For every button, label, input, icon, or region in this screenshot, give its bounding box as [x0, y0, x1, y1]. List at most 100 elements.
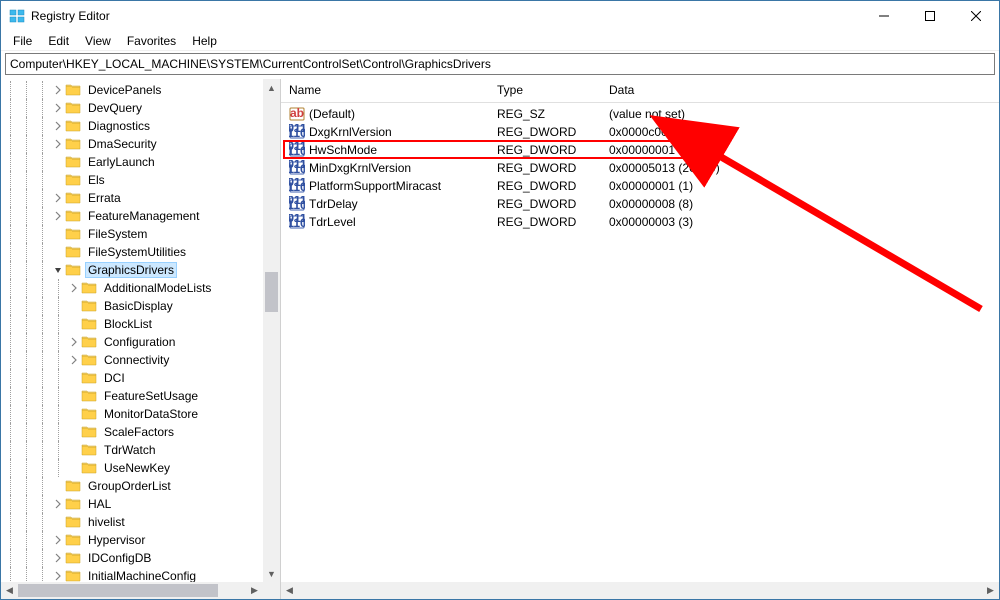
- folder-icon: [65, 155, 81, 169]
- chevron-right-icon[interactable]: [51, 83, 65, 97]
- folder-icon: [81, 443, 97, 457]
- expander-none: [67, 407, 81, 421]
- value-row[interactable]: 011110TdrLevelREG_DWORD0x00000003 (3): [281, 213, 999, 231]
- tree-item-filesystem[interactable]: FileSystem: [3, 225, 263, 243]
- value-row[interactable]: ab(Default)REG_SZ(value not set): [281, 105, 999, 123]
- value-row[interactable]: 011110TdrDelayREG_DWORD0x00000008 (8): [281, 195, 999, 213]
- tree-scrollbar-horizontal[interactable]: ◀ ▶: [1, 582, 263, 599]
- tree-item-initialmachineconfig[interactable]: InitialMachineConfig: [3, 567, 263, 582]
- column-header-data[interactable]: Data: [601, 79, 999, 102]
- column-header-name[interactable]: Name: [281, 79, 489, 102]
- tree-item-dci[interactable]: DCI: [3, 369, 263, 387]
- tree-item-hivelist[interactable]: hivelist: [3, 513, 263, 531]
- chevron-right-icon[interactable]: [51, 101, 65, 115]
- chevron-right-icon[interactable]: [51, 551, 65, 565]
- value-data: 0x0000c004 (49156): [601, 125, 999, 139]
- chevron-right-icon[interactable]: [67, 353, 81, 367]
- list-pane[interactable]: Name Type Data ab(Default)REG_SZ(value n…: [281, 79, 999, 599]
- chevron-right-icon[interactable]: [51, 497, 65, 511]
- tree-item-hal[interactable]: HAL: [3, 495, 263, 513]
- folder-icon: [65, 263, 81, 277]
- tree-pane[interactable]: DevicePanelsDevQuery DiagnosticsDmaSecuri…: [1, 79, 281, 599]
- tree-item-usenewkey[interactable]: UseNewKey: [3, 459, 263, 477]
- tree-item-filesystemutilities[interactable]: FileSystemUtilities: [3, 243, 263, 261]
- tree-item-idconfigdb[interactable]: IDConfigDB: [3, 549, 263, 567]
- value-row[interactable]: 011110MinDxgKrnlVersionREG_DWORD0x000050…: [281, 159, 999, 177]
- tree-label: DevQuery: [85, 100, 145, 116]
- chevron-right-icon[interactable]: [51, 209, 65, 223]
- svg-text:110: 110: [289, 216, 305, 230]
- tree-label: FeatureSetUsage: [101, 388, 201, 404]
- scroll-up-icon[interactable]: ▲: [263, 79, 280, 96]
- folder-icon: [81, 317, 97, 331]
- folder-icon: [81, 299, 97, 313]
- tree-item-tdrwatch[interactable]: TdrWatch: [3, 441, 263, 459]
- address-bar[interactable]: Computer\HKEY_LOCAL_MACHINE\SYSTEM\Curre…: [5, 53, 995, 75]
- tree-item-hypervisor[interactable]: Hypervisor: [3, 531, 263, 549]
- tree-item-devicepanels[interactable]: DevicePanels: [3, 81, 263, 99]
- scroll-thumb[interactable]: [18, 584, 218, 597]
- value-data: 0x00000001 (1): [601, 143, 999, 157]
- tree-item-els[interactable]: Els: [3, 171, 263, 189]
- tree-item-dmasecurity[interactable]: DmaSecurity: [3, 135, 263, 153]
- binary-value-icon: 011110: [289, 142, 305, 158]
- tree-item-earlylaunch[interactable]: EarlyLaunch: [3, 153, 263, 171]
- menu-help[interactable]: Help: [184, 32, 225, 50]
- chevron-right-icon[interactable]: [51, 569, 65, 582]
- scroll-left-icon[interactable]: ◀: [1, 582, 18, 599]
- tree-label: Hypervisor: [85, 532, 148, 548]
- menu-view[interactable]: View: [77, 32, 119, 50]
- tree-item-configuration[interactable]: Configuration: [3, 333, 263, 351]
- tree-item-connectivity[interactable]: Connectivity: [3, 351, 263, 369]
- tree-item-errata[interactable]: Errata: [3, 189, 263, 207]
- regedit-icon: [9, 8, 25, 24]
- titlebar[interactable]: Registry Editor: [1, 1, 999, 31]
- tree-label: GroupOrderList: [85, 478, 174, 494]
- menu-edit[interactable]: Edit: [40, 32, 77, 50]
- value-row[interactable]: 011110HwSchModeREG_DWORD0x00000001 (1): [281, 141, 999, 159]
- tree-label: HAL: [85, 496, 114, 512]
- tree-label: Diagnostics: [85, 118, 153, 134]
- chevron-right-icon[interactable]: [67, 335, 81, 349]
- chevron-down-icon[interactable]: [51, 263, 65, 277]
- chevron-right-icon[interactable]: [51, 137, 65, 151]
- tree-item-devquery[interactable]: DevQuery: [3, 99, 263, 117]
- chevron-right-icon[interactable]: [51, 119, 65, 133]
- folder-icon: [65, 533, 81, 547]
- folder-icon: [81, 461, 97, 475]
- tree-item-featuresetusage[interactable]: FeatureSetUsage: [3, 387, 263, 405]
- menu-file[interactable]: File: [5, 32, 40, 50]
- tree-item-additionalmodelists[interactable]: AdditionalModeLists: [3, 279, 263, 297]
- value-row[interactable]: 011110PlatformSupportMiracastREG_DWORD0x…: [281, 177, 999, 195]
- value-type: REG_DWORD: [489, 143, 601, 157]
- expander-none: [67, 317, 81, 331]
- tree-item-monitordatastore[interactable]: MonitorDataStore: [3, 405, 263, 423]
- scroll-thumb[interactable]: [265, 272, 278, 312]
- scroll-right-icon[interactable]: ▶: [246, 582, 263, 599]
- maximize-button[interactable]: [907, 1, 953, 31]
- tree-label: hivelist: [85, 514, 128, 530]
- tree-item-basicdisplay[interactable]: BasicDisplay: [3, 297, 263, 315]
- chevron-right-icon[interactable]: [67, 281, 81, 295]
- column-header-type[interactable]: Type: [489, 79, 601, 102]
- scroll-left-icon[interactable]: ◀: [281, 582, 298, 599]
- tree-scrollbar-vertical[interactable]: ▲ ▼: [263, 79, 280, 582]
- tree-label: BasicDisplay: [101, 298, 176, 314]
- tree-item-blocklist[interactable]: BlockList: [3, 315, 263, 333]
- scroll-right-icon[interactable]: ▶: [982, 582, 999, 599]
- scroll-down-icon[interactable]: ▼: [263, 565, 280, 582]
- tree-item-scalefactors[interactable]: ScaleFactors: [3, 423, 263, 441]
- tree-item-graphicsdrivers[interactable]: GraphicsDrivers: [3, 261, 263, 279]
- list-scrollbar-horizontal[interactable]: ◀ ▶: [281, 582, 999, 599]
- value-data: 0x00000008 (8): [601, 197, 999, 211]
- chevron-right-icon[interactable]: [51, 533, 65, 547]
- tree-item-featuremanagement[interactable]: FeatureManagement: [3, 207, 263, 225]
- chevron-right-icon[interactable]: [51, 191, 65, 205]
- tree-item-diagnostics[interactable]: Diagnostics: [3, 117, 263, 135]
- minimize-button[interactable]: [861, 1, 907, 31]
- tree-label: DCI: [101, 370, 128, 386]
- close-button[interactable]: [953, 1, 999, 31]
- tree-item-grouporderlist[interactable]: GroupOrderList: [3, 477, 263, 495]
- menu-favorites[interactable]: Favorites: [119, 32, 184, 50]
- value-row[interactable]: 011110DxgKrnlVersionREG_DWORD0x0000c004 …: [281, 123, 999, 141]
